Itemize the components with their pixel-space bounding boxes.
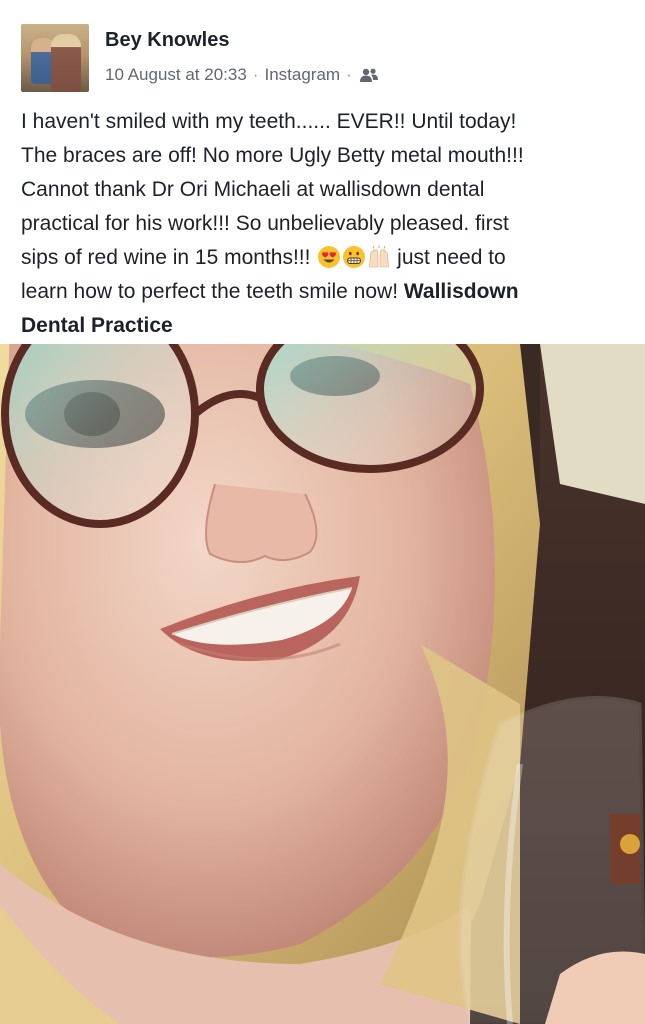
post-text-line: practical for his work!!! So unbelievabl… (21, 212, 509, 235)
post-source: Instagram (264, 65, 341, 84)
friends-icon[interactable] (358, 67, 380, 83)
grimacing-emoji-icon (342, 245, 366, 269)
post-text-line-with-tag: learn how to perfect the teeth smile now… (21, 275, 629, 309)
post-photo[interactable] (0, 344, 645, 1024)
meta-separator: · (346, 65, 352, 84)
raised-hands-emoji-icon (367, 245, 391, 269)
avatar-adult-figure (51, 34, 81, 92)
post-meta: 10 August at 20:33 · Instagram · (105, 65, 380, 85)
tagged-page-link[interactable]: Wallisdown (404, 280, 519, 303)
meta-separator: · (252, 65, 259, 84)
author-avatar[interactable] (21, 24, 89, 92)
post-text-segment: sips of red wine in 15 months!!! (21, 246, 317, 269)
post-text-segment: just need to (391, 246, 506, 269)
post-timestamp[interactable]: 10 August at 20:33 (105, 65, 247, 85)
post-message: I haven't smiled with my teeth...... EVE… (21, 105, 629, 343)
post-header: Bey Knowles 10 August at 20:33 · Instagr… (0, 0, 645, 100)
post-text-line: I haven't smiled with my teeth...... EVE… (21, 110, 517, 133)
heart-eyes-emoji-icon (317, 245, 341, 269)
post-text-line: The braces are off! No more Ugly Betty m… (21, 144, 524, 167)
post-text-line-with-emoji: sips of red wine in 15 months!!! just ne… (21, 241, 629, 275)
author-name[interactable]: Bey Knowles (105, 29, 229, 52)
post-text-segment: learn how to perfect the teeth smile now… (21, 280, 404, 303)
tagged-page-link[interactable]: Dental Practice (21, 309, 629, 343)
post-text-line: Cannot thank Dr Ori Michaeli at wallisdo… (21, 178, 485, 201)
